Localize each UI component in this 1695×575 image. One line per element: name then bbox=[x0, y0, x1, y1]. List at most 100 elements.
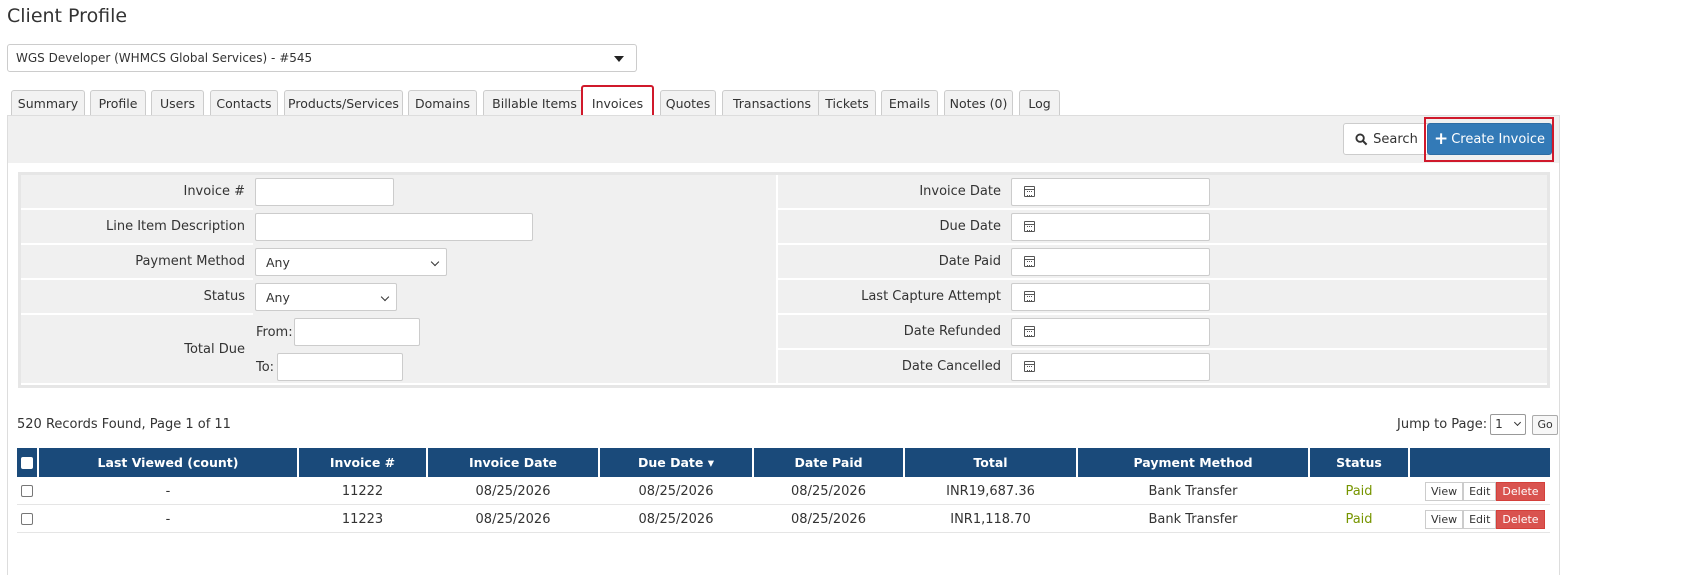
search-button[interactable]: Search bbox=[1343, 123, 1430, 155]
select-all-checkbox[interactable] bbox=[21, 456, 33, 469]
tab-emails[interactable]: Emails bbox=[881, 90, 938, 116]
total-due-label: Total Due bbox=[184, 342, 245, 357]
tab-label: Tickets bbox=[825, 96, 869, 111]
page-value: 1 bbox=[1495, 417, 1503, 431]
col-status[interactable]: Status bbox=[1310, 448, 1408, 477]
col-due-date[interactable]: Due Date ▾ bbox=[600, 448, 752, 477]
edit-button[interactable]: Edit bbox=[1463, 510, 1497, 529]
payment-method-select[interactable]: Any bbox=[255, 248, 447, 276]
last-capture-input[interactable] bbox=[1011, 283, 1210, 311]
edit-button[interactable]: Edit bbox=[1463, 482, 1497, 501]
line-item-label: Line Item Description bbox=[106, 219, 245, 234]
payment-method-value: Any bbox=[266, 255, 290, 270]
date-paid-input[interactable] bbox=[1011, 248, 1210, 276]
total-cell: INR1,118.70 bbox=[950, 511, 1031, 527]
select-all-cell bbox=[17, 448, 37, 477]
total-cell: INR19,687.36 bbox=[946, 483, 1035, 499]
invoice-date-input[interactable] bbox=[1011, 178, 1210, 206]
col-total[interactable]: Total bbox=[905, 448, 1076, 477]
col-invoice-date[interactable]: Invoice Date bbox=[428, 448, 598, 477]
status-value: Any bbox=[266, 290, 290, 305]
calendar-icon bbox=[1024, 326, 1035, 337]
due-date-input[interactable] bbox=[1011, 213, 1210, 241]
invoice-number-input[interactable] bbox=[255, 178, 394, 206]
tab-label: Quotes bbox=[665, 96, 711, 111]
delete-button[interactable]: Delete bbox=[1496, 482, 1545, 501]
search-icon bbox=[1355, 132, 1368, 145]
col-invoice-number[interactable]: Invoice # bbox=[299, 448, 426, 477]
col-date-paid[interactable]: Date Paid bbox=[754, 448, 903, 477]
calendar-icon bbox=[1024, 186, 1035, 197]
payment-method-cell: Bank Transfer bbox=[1148, 511, 1238, 527]
tab-label: Log bbox=[1028, 96, 1051, 111]
page-title: Client Profile bbox=[7, 5, 128, 27]
row-actions: View Edit Delete bbox=[1425, 482, 1545, 501]
tab-profile[interactable]: Profile bbox=[90, 90, 146, 116]
date-paid-cell: 08/25/2026 bbox=[791, 511, 866, 527]
go-button[interactable]: Go bbox=[1532, 414, 1559, 435]
tab-label: Products/Services bbox=[288, 96, 399, 111]
calendar-icon bbox=[1024, 361, 1035, 372]
client-select-value: WGS Developer (WHMCS Global Services) - … bbox=[16, 51, 313, 65]
col-actions bbox=[1410, 448, 1550, 477]
page-select[interactable]: 1 bbox=[1490, 414, 1527, 435]
view-button[interactable]: View bbox=[1425, 482, 1464, 501]
search-button-label: Search bbox=[1373, 131, 1418, 147]
status-badge: Paid bbox=[1345, 483, 1373, 499]
from-label: From: bbox=[256, 325, 293, 340]
tab-billable-items[interactable]: Billable Items bbox=[483, 90, 586, 116]
create-invoice-label: Create Invoice bbox=[1451, 131, 1546, 147]
due-date-cell: 08/25/2026 bbox=[638, 511, 714, 527]
tab-summary[interactable]: Summary bbox=[11, 90, 85, 116]
tab-quotes[interactable]: Quotes bbox=[660, 90, 716, 116]
tab-products-services[interactable]: Products/Services bbox=[284, 90, 403, 116]
col-payment-method[interactable]: Payment Method bbox=[1078, 448, 1308, 477]
invoice-number-cell[interactable]: 11222 bbox=[299, 477, 426, 505]
date-refunded-input[interactable] bbox=[1011, 318, 1210, 346]
tab-label: Summary bbox=[17, 96, 79, 111]
col-last-viewed[interactable]: Last Viewed (count) bbox=[39, 448, 297, 477]
date-cancelled-input[interactable] bbox=[1011, 353, 1210, 381]
tab-label: Users bbox=[159, 96, 195, 111]
tab-notes[interactable]: Notes (0) bbox=[944, 90, 1013, 116]
tab-contacts[interactable]: Contacts bbox=[210, 90, 278, 116]
row-actions: View Edit Delete bbox=[1425, 510, 1545, 529]
delete-button[interactable]: Delete bbox=[1496, 510, 1545, 529]
total-due-to-input[interactable] bbox=[277, 353, 403, 381]
last-viewed-cell: - bbox=[165, 483, 171, 499]
tab-label: Contacts bbox=[216, 96, 272, 111]
tab-domains[interactable]: Domains bbox=[408, 90, 477, 116]
line-item-input[interactable] bbox=[255, 213, 533, 241]
jump-label: Jump to Page: bbox=[1397, 417, 1488, 432]
tab-users[interactable]: Users bbox=[151, 90, 204, 116]
table-header: Last Viewed (count) Invoice # Invoice Da… bbox=[17, 448, 1550, 477]
client-select[interactable]: WGS Developer (WHMCS Global Services) - … bbox=[7, 44, 637, 72]
total-due-from-input[interactable] bbox=[294, 318, 420, 346]
calendar-icon bbox=[1024, 221, 1035, 232]
due-date-label: Due Date bbox=[939, 219, 1001, 234]
chevron-down-icon bbox=[430, 257, 440, 267]
records-summary: 520 Records Found, Page 1 of 11 bbox=[17, 417, 231, 432]
due-date-cell: 08/25/2026 bbox=[638, 483, 714, 499]
plus-icon: + bbox=[1433, 129, 1449, 149]
chevron-down-icon bbox=[380, 292, 390, 302]
tab-label: Notes (0) bbox=[949, 96, 1008, 111]
payment-method-cell: Bank Transfer bbox=[1148, 483, 1238, 499]
toolbar bbox=[8, 116, 1559, 163]
invoice-filter-form: Invoice # Line Item Description Payment … bbox=[18, 172, 1550, 388]
table-row: - 11223 08/25/2026 08/25/2026 08/25/2026… bbox=[17, 505, 1550, 533]
tab-label: Domains bbox=[414, 96, 471, 111]
invoice-number-label: Invoice # bbox=[183, 184, 245, 199]
date-cancelled-label: Date Cancelled bbox=[901, 359, 1001, 374]
invoice-number-cell[interactable]: 11223 bbox=[299, 505, 426, 533]
view-button[interactable]: View bbox=[1425, 510, 1464, 529]
row-checkbox[interactable] bbox=[21, 485, 33, 497]
tab-tickets[interactable]: Tickets bbox=[818, 90, 876, 116]
row-checkbox[interactable] bbox=[21, 513, 33, 525]
tab-transactions[interactable]: Transactions bbox=[722, 90, 822, 116]
status-select[interactable]: Any bbox=[255, 283, 397, 311]
date-paid-cell: 08/25/2026 bbox=[791, 483, 866, 499]
create-invoice-button[interactable]: + Create Invoice bbox=[1427, 123, 1552, 155]
tab-label: Transactions bbox=[732, 96, 812, 111]
tab-log[interactable]: Log bbox=[1019, 90, 1060, 116]
